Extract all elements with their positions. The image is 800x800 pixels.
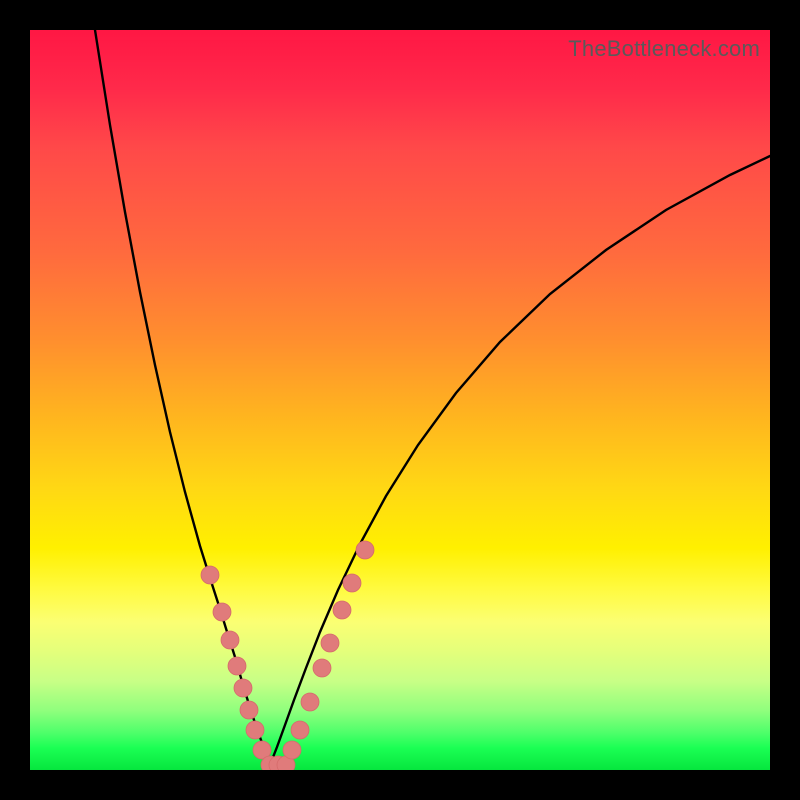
scatter-dot [313,659,331,677]
scatter-dot [343,574,361,592]
scatter-dot [246,721,264,739]
scatter-dot [333,601,351,619]
scatter-dots [201,541,374,770]
scatter-dot [321,634,339,652]
scatter-dot [253,741,271,759]
scatter-dot [234,679,252,697]
scatter-dot [269,756,287,770]
scatter-dot [201,566,219,584]
scatter-dot [277,756,295,770]
watermark-text: TheBottleneck.com [568,36,760,62]
scatter-dot [356,541,374,559]
scatter-dot [240,701,258,719]
scatter-dot [301,693,319,711]
chart-svg [30,30,770,770]
curve-left [95,30,270,765]
chart-plot-area: TheBottleneck.com [30,30,770,770]
scatter-dot [261,756,279,770]
curve-right [270,156,770,765]
scatter-dot [228,657,246,675]
scatter-dot [283,741,301,759]
scatter-dot [221,631,239,649]
scatter-dot [213,603,231,621]
chart-frame: TheBottleneck.com [0,0,800,800]
scatter-dot [291,721,309,739]
